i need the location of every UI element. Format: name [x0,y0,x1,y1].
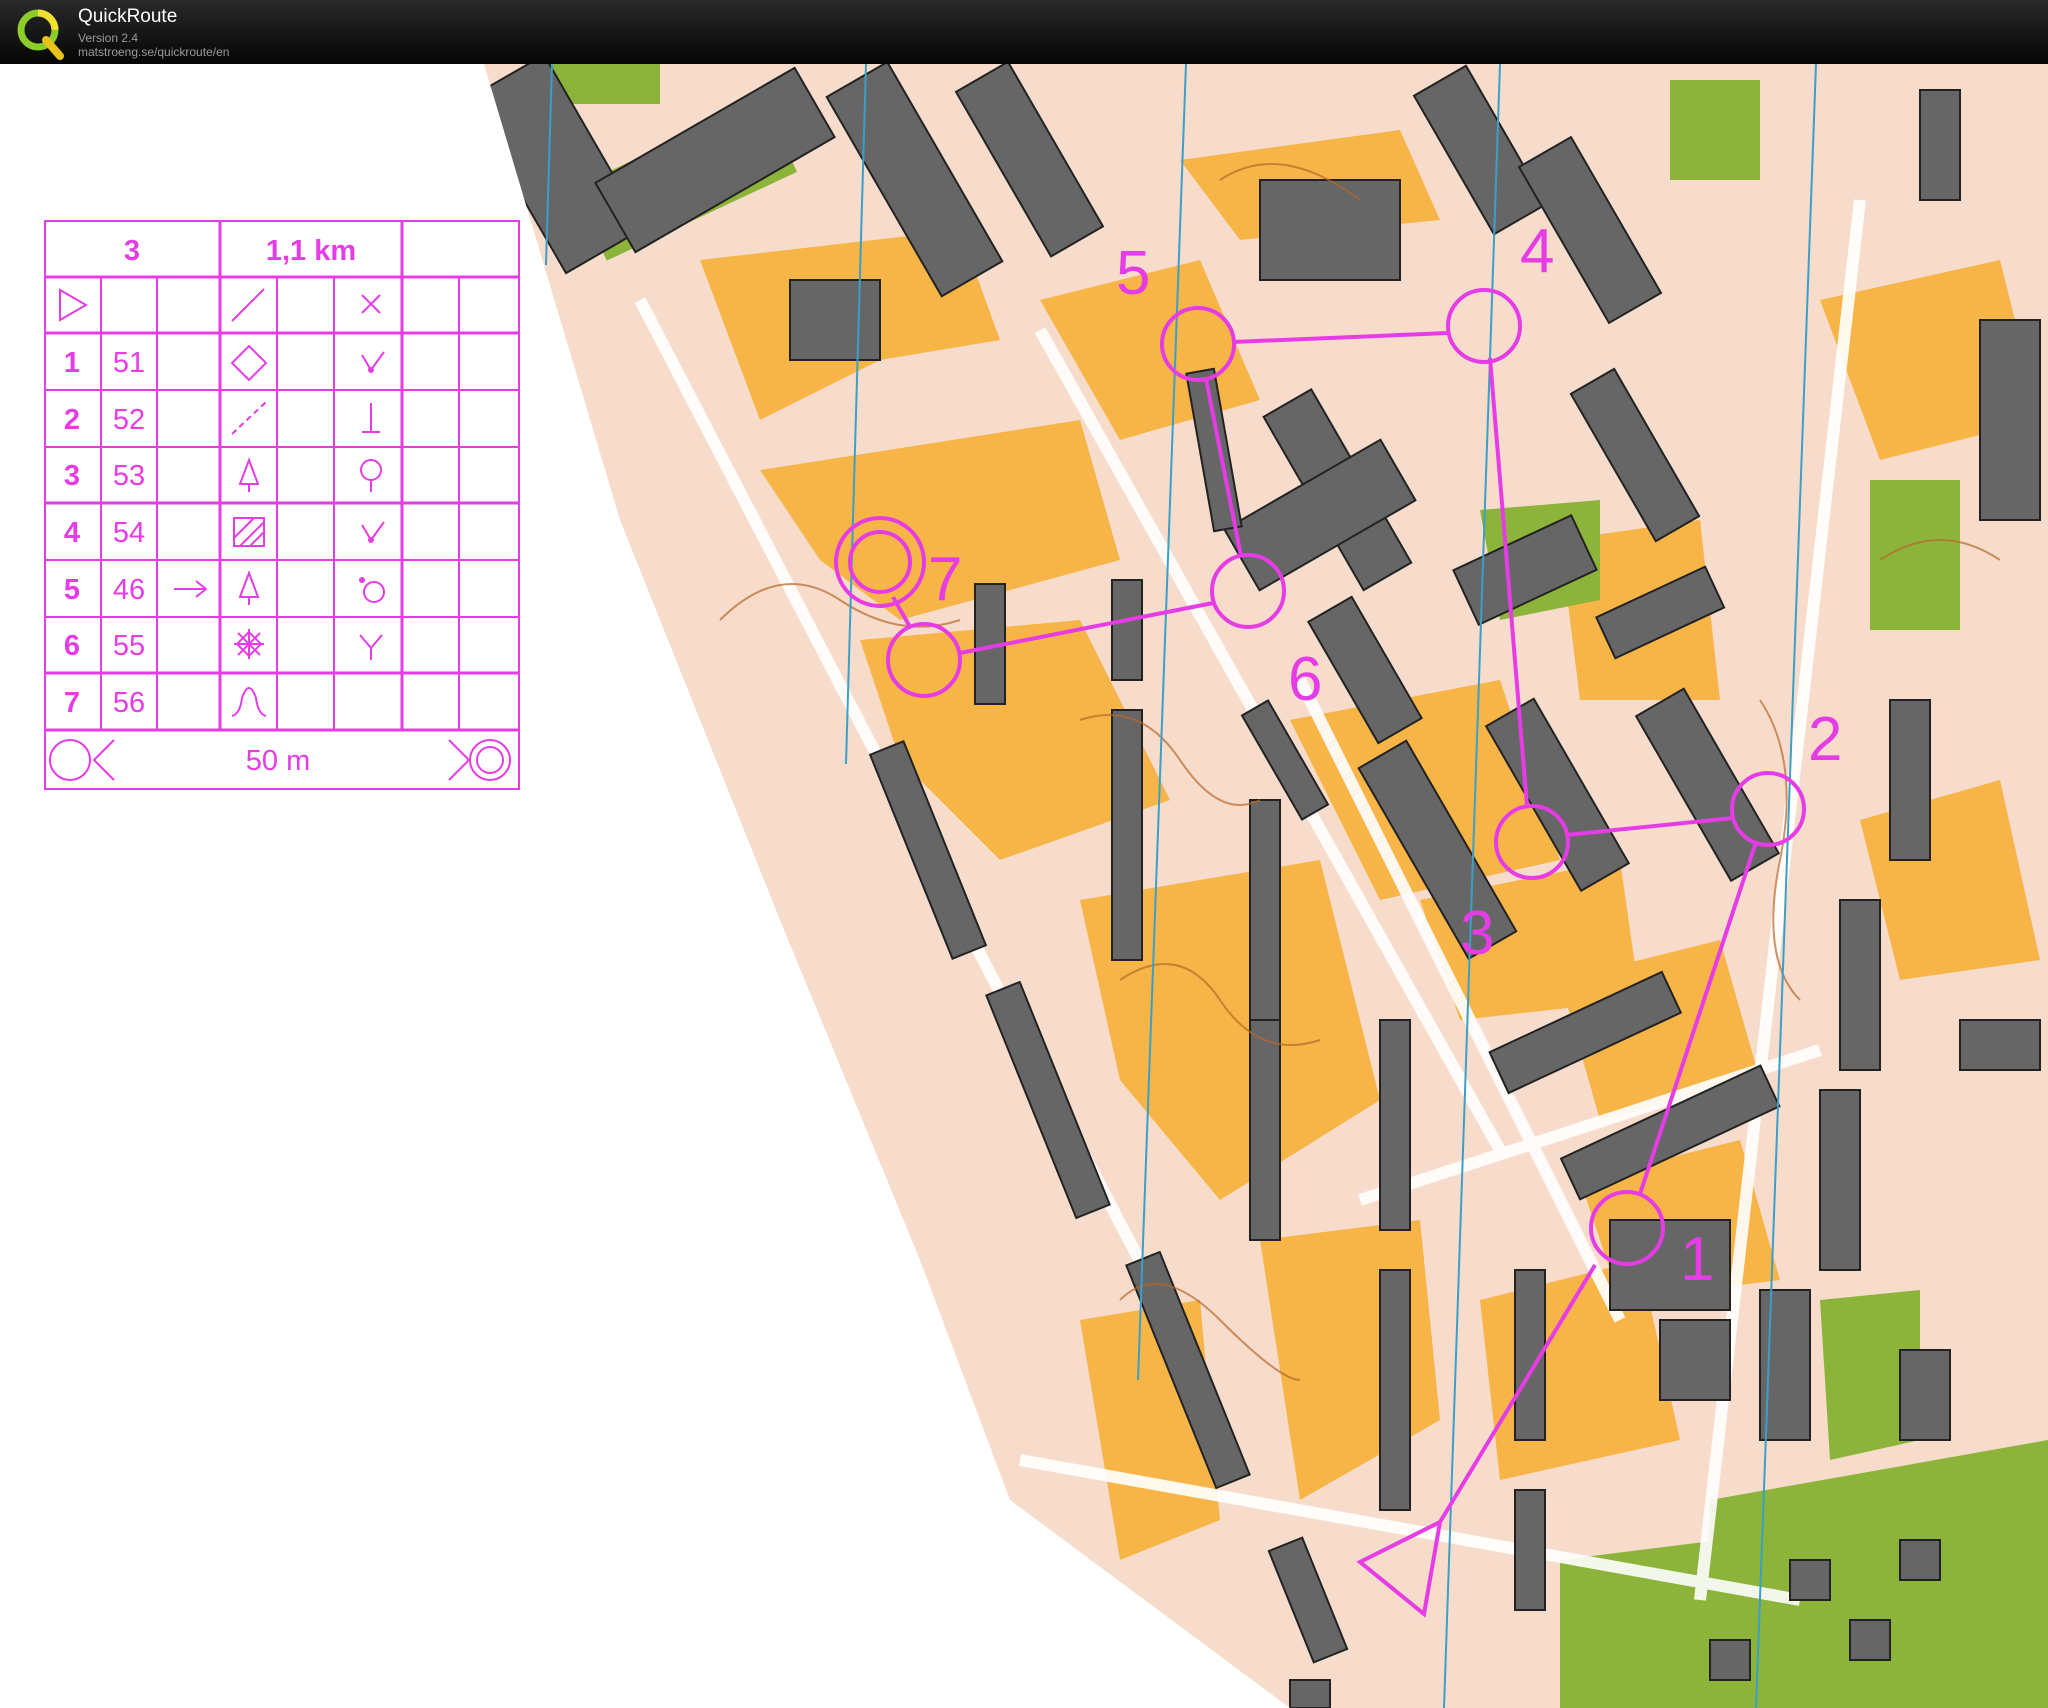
row-7-number: 7 [64,687,80,719]
control-4-label: 4 [1520,217,1554,286]
control-3-label: 3 [1460,899,1494,968]
row-7-code: 56 [113,687,145,719]
finish-distance: 50 m [246,745,310,777]
row-6-code: 55 [113,630,145,662]
control-7-label: 7 [928,545,962,614]
app-url[interactable]: matstroeng.se/quickroute/en [78,45,229,59]
map-area [484,64,2048,1708]
row-5-number: 5 [64,574,80,606]
row-4-code: 54 [113,517,145,549]
row-2-number: 2 [64,404,80,436]
row-5-code: 46 [113,574,145,606]
row-1-number: 1 [64,347,80,379]
row-6-number: 6 [64,630,80,662]
control-2-label: 2 [1808,705,1842,774]
thicket-icon [234,629,264,659]
row-4-number: 4 [64,517,80,549]
title-bar: QuickRoute Version 2.4 matstroeng.se/qui… [0,0,2048,64]
row-3-number: 3 [64,460,80,492]
quickroute-logo-icon [17,9,64,60]
course-number: 3 [124,235,140,267]
control-1-label: 1 [1680,1225,1714,1294]
control-6-label: 6 [1288,645,1322,714]
row-2-code: 52 [113,404,145,436]
course-length: 1,1 km [266,235,356,267]
app-title: QuickRoute [78,6,178,27]
app-version: Version 2.4 [78,31,139,45]
control-5-label: 5 [1116,239,1150,308]
row-1-code: 51 [113,347,145,379]
row-3-code: 53 [113,460,145,492]
control-description-sheet: 3 1,1 km 1 51 2 52 3 53 4 54 5 46 6 55 7… [44,220,520,790]
